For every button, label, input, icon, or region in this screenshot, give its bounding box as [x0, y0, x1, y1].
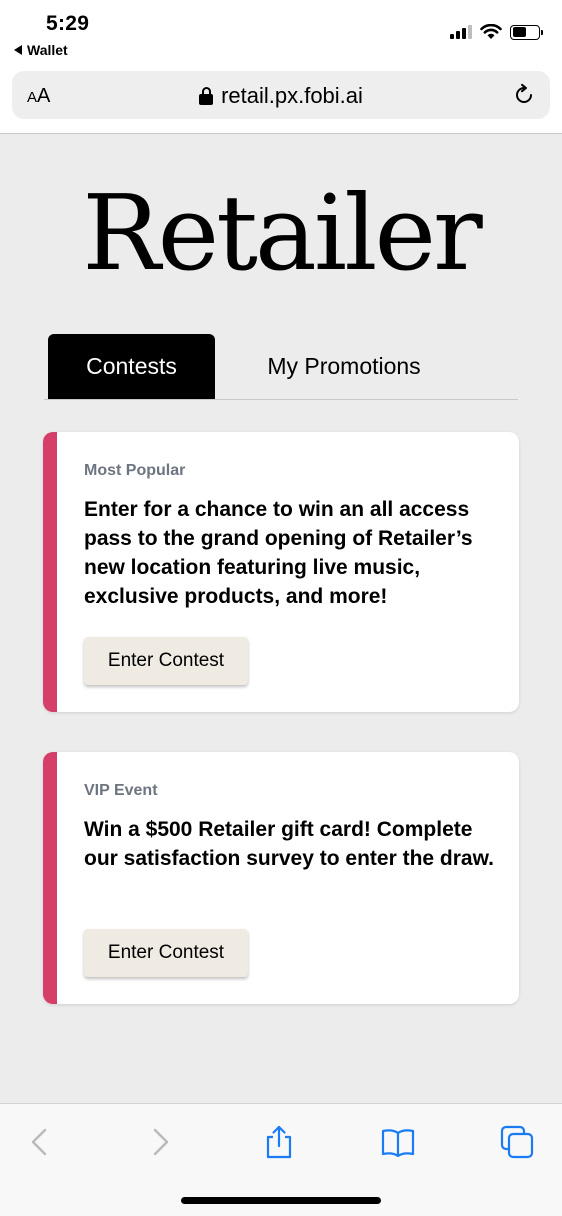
- back-app-label: Wallet: [27, 42, 68, 58]
- lock-icon: [199, 87, 214, 105]
- home-indicator: [181, 1197, 381, 1204]
- reload-icon[interactable]: [512, 83, 536, 107]
- status-icons: [450, 24, 543, 40]
- enter-contest-button[interactable]: Enter Contest: [84, 929, 248, 977]
- enter-contest-button[interactable]: Enter Contest: [84, 637, 248, 685]
- address-bar[interactable]: AA retail.px.fobi.ai: [12, 71, 550, 119]
- wifi-icon: [480, 24, 502, 39]
- tab-bar: Contests My Promotions: [44, 334, 518, 400]
- tab-my-promotions[interactable]: My Promotions: [234, 334, 454, 399]
- status-time: 5:29: [46, 12, 90, 35]
- bookmarks-icon[interactable]: [380, 1124, 416, 1160]
- browser-chrome: 5:29 Wallet AA retail.px.fobi.ai: [0, 0, 562, 134]
- tabs-icon[interactable]: [499, 1124, 535, 1160]
- battery-icon: [510, 24, 543, 40]
- tab-contests[interactable]: Contests: [48, 334, 215, 399]
- contest-card: VIP Event Win a $500 Retailer gift card!…: [43, 752, 519, 1004]
- back-triangle-icon: [14, 45, 22, 55]
- cellular-signal-icon: [450, 25, 472, 39]
- url-text[interactable]: retail.px.fobi.ai: [221, 83, 363, 109]
- back-icon[interactable]: [22, 1124, 58, 1160]
- contest-description: Enter for a chance to win an all access …: [84, 498, 473, 608]
- forward-icon[interactable]: [142, 1124, 178, 1160]
- back-to-app-link[interactable]: Wallet: [14, 42, 68, 58]
- contest-card: Most Popular Enter for a chance to win a…: [43, 432, 519, 712]
- contest-tag: Most Popular: [84, 462, 186, 479]
- share-icon[interactable]: [261, 1124, 297, 1160]
- retailer-logo: Retailer: [82, 172, 482, 294]
- contest-description: Win a $500 Retailer gift card! Complete …: [84, 818, 494, 870]
- contest-tag: VIP Event: [84, 782, 158, 799]
